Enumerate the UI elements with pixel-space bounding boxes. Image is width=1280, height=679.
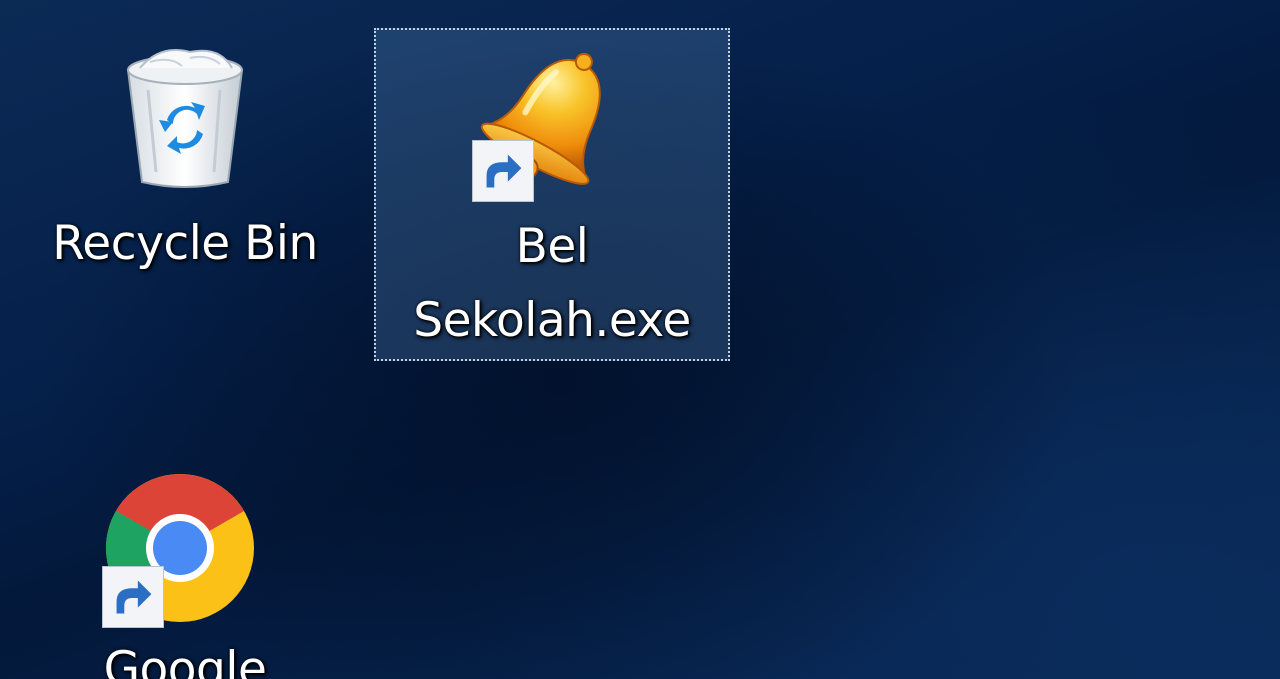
shortcut-arrow-icon <box>472 140 534 202</box>
desktop-icon-google-chrome[interactable]: Google <box>40 462 330 679</box>
desktop-icon-bel-sekolah[interactable]: Bel Sekolah.exe <box>374 28 730 361</box>
bel-sekolah-label-line-1: Bel <box>515 219 589 274</box>
recycle-bin-label: Recycle Bin <box>52 216 318 271</box>
chrome-icon <box>100 468 260 628</box>
bell-icon <box>472 42 632 202</box>
bel-sekolah-label-line-2: Sekolah.exe <box>413 293 691 348</box>
recycle-bin-icon <box>120 40 250 190</box>
bel-sekolah-label: Bel Sekolah.exe <box>376 210 728 358</box>
google-chrome-label: Google <box>103 642 267 679</box>
shortcut-arrow-icon <box>102 566 164 628</box>
desktop: Recycle Bin Bel Sekolah.exe Google <box>0 0 1280 679</box>
desktop-icon-recycle-bin[interactable]: Recycle Bin <box>20 30 350 290</box>
